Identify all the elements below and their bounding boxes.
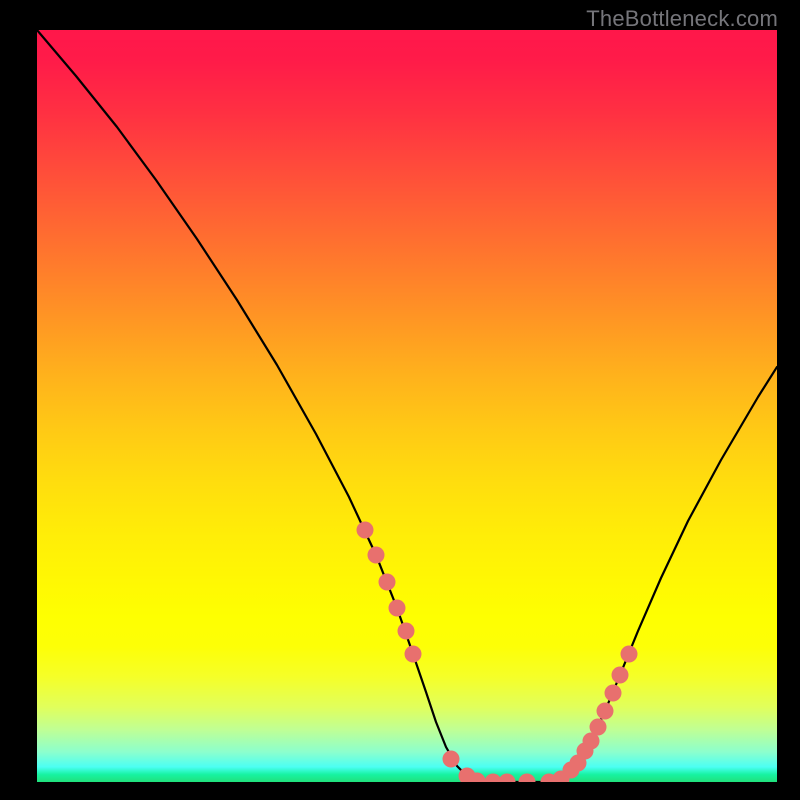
watermark-text: TheBottleneck.com	[586, 6, 778, 32]
curve-dot	[519, 774, 536, 783]
curve-dot	[612, 667, 629, 684]
curve-dot	[398, 623, 415, 640]
curve-dots	[357, 522, 638, 783]
curve-dot	[357, 522, 374, 539]
curve-dot	[590, 719, 607, 736]
curve-dot	[597, 703, 614, 720]
curve-dot	[499, 774, 516, 783]
chart-frame: TheBottleneck.com	[0, 0, 800, 800]
curve-dot	[389, 600, 406, 617]
plot-area	[37, 30, 777, 782]
curve-dot	[368, 547, 385, 564]
curve-line	[37, 30, 777, 782]
curve-dot	[379, 574, 396, 591]
curve-dot	[605, 685, 622, 702]
curve-dot	[405, 646, 422, 663]
bottleneck-curve	[37, 30, 777, 782]
curve-layer	[37, 30, 777, 782]
curve-dot	[621, 646, 638, 663]
curve-dot	[443, 751, 460, 768]
